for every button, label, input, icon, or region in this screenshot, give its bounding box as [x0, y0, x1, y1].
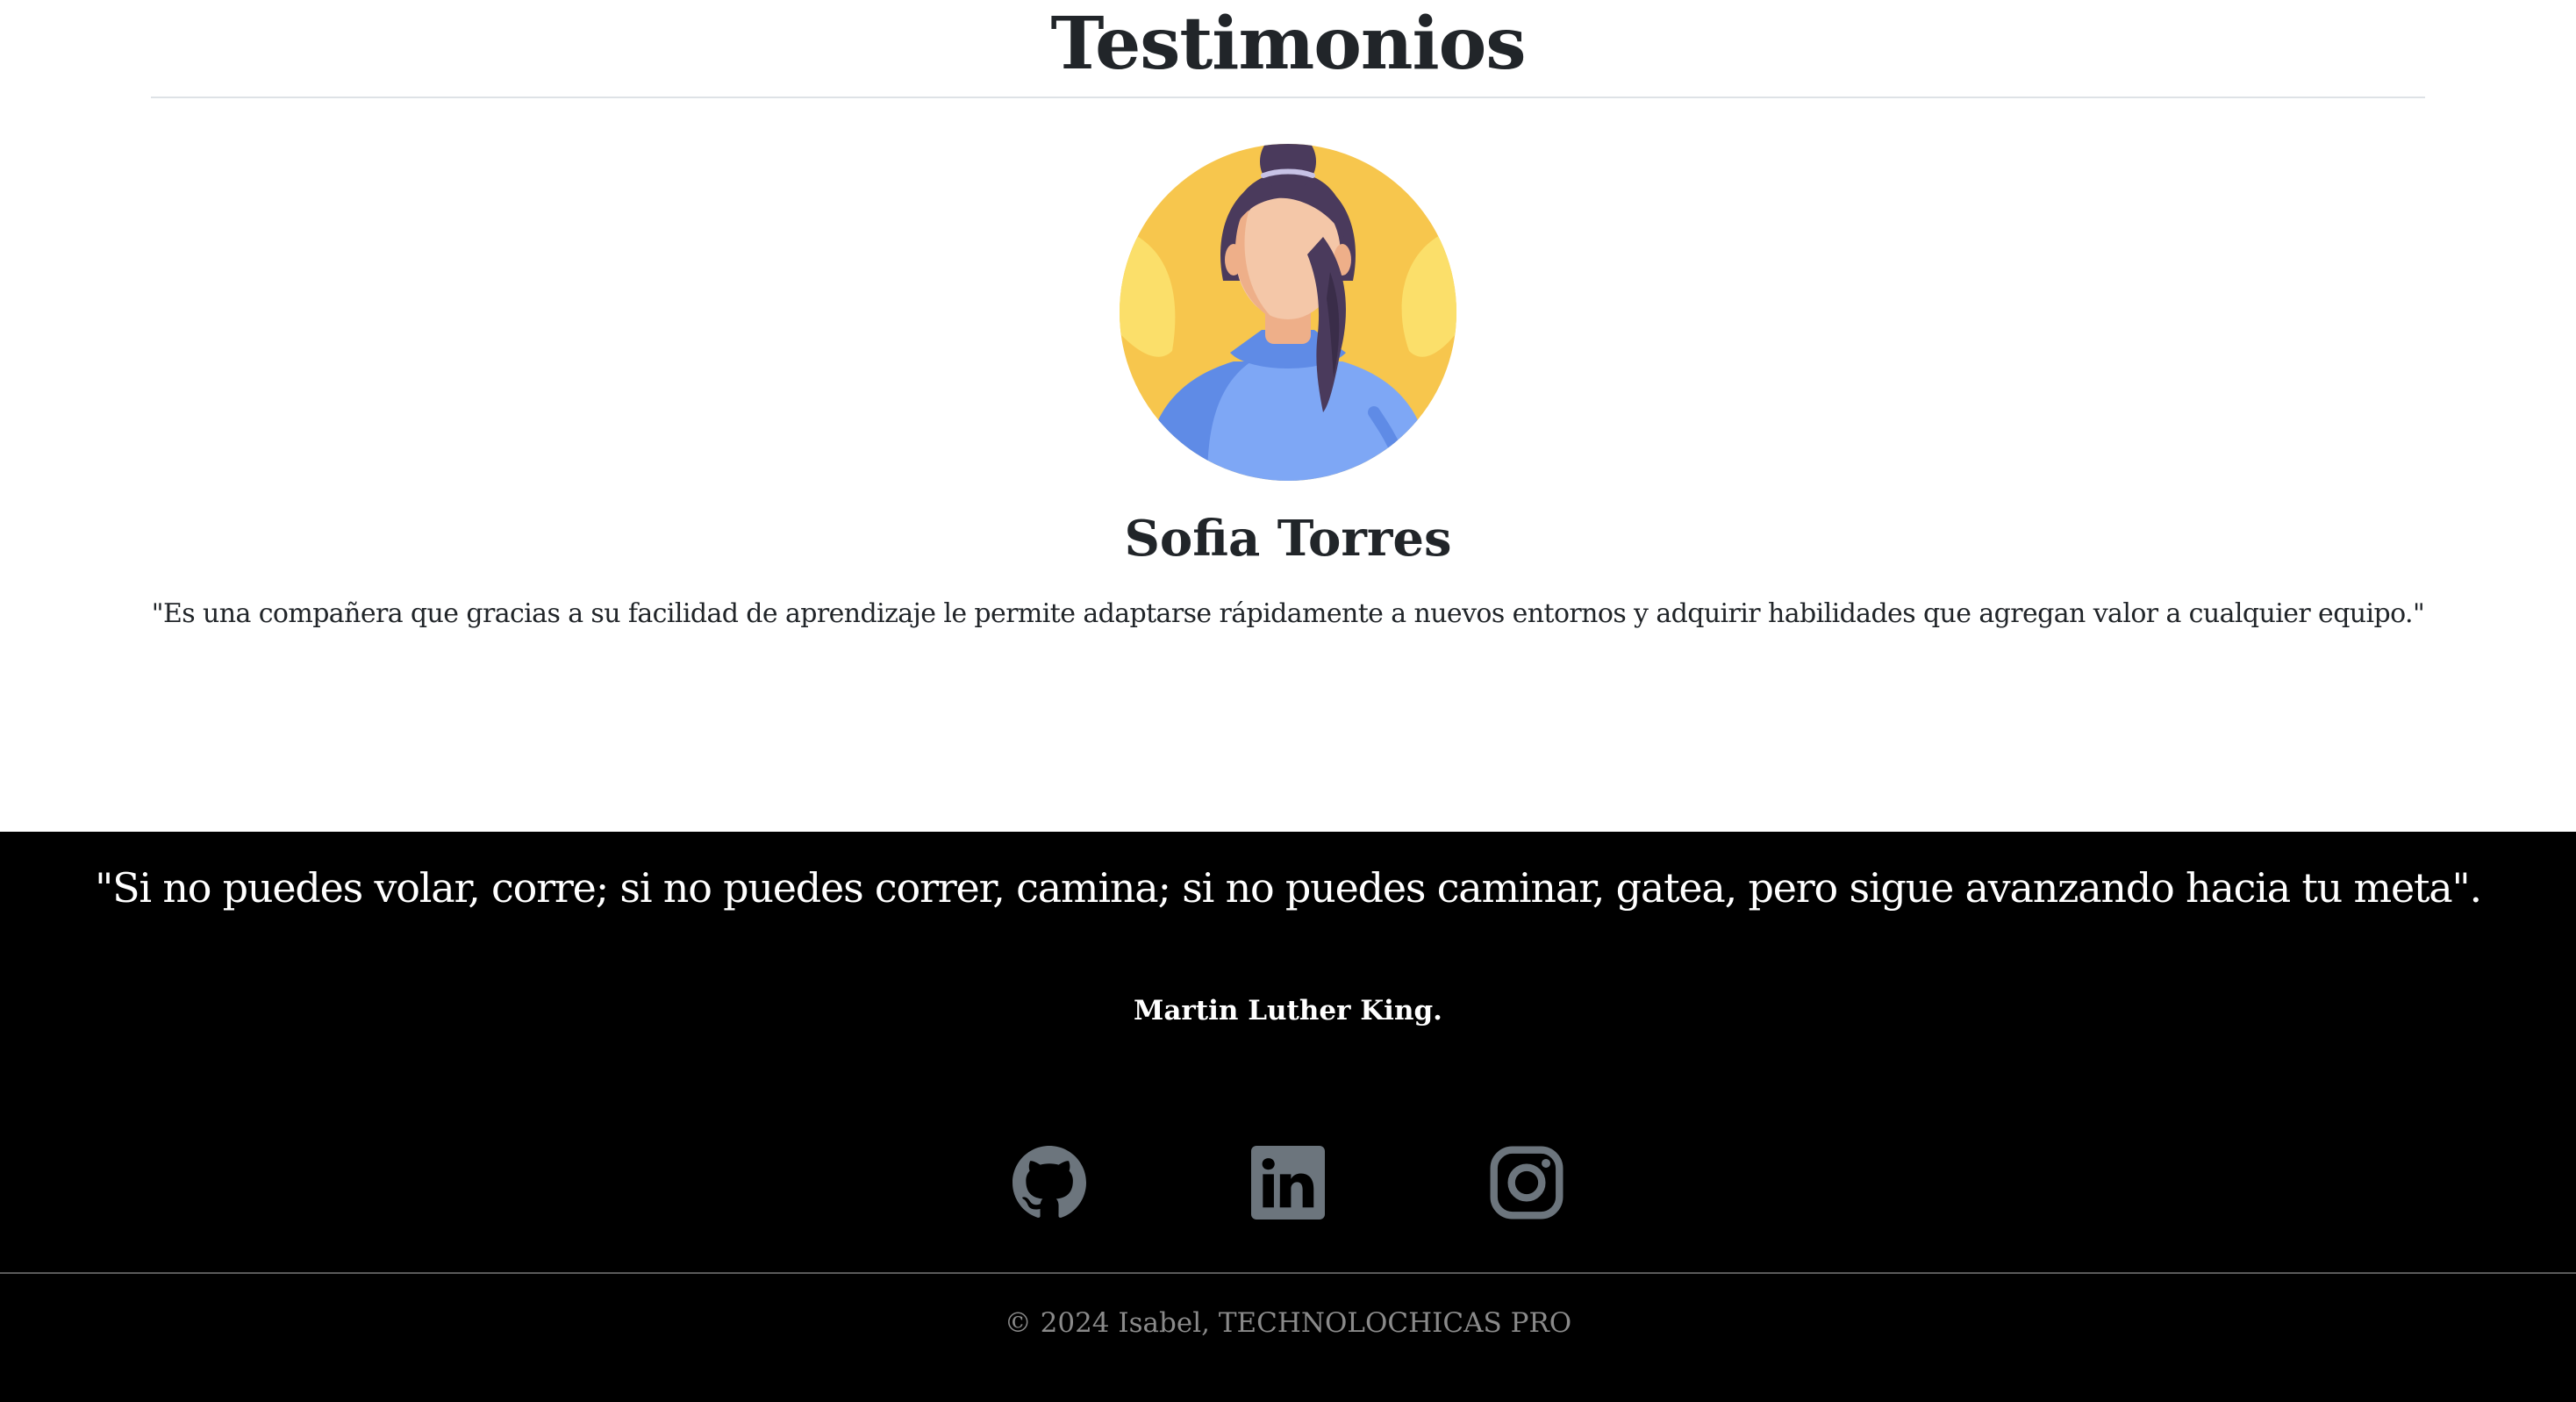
testimonial-name: Sofia Torres [1124, 510, 1452, 568]
linkedin-link[interactable] [1251, 1146, 1325, 1220]
github-icon [1013, 1146, 1086, 1218]
instagram-icon [1490, 1146, 1563, 1220]
footer-divider [0, 1272, 2576, 1274]
testimonial-text: "Es una compañera que gracias a su facil… [151, 598, 2425, 629]
woman-avatar-icon [1120, 123, 1456, 481]
instagram-link[interactable] [1490, 1146, 1563, 1220]
quote-author: Martin Luther King. [1134, 995, 1442, 1026]
footer: "Si no puedes volar, corre; si no puedes… [0, 832, 2576, 1402]
section-title: Testimonios [1050, 2, 1526, 86]
footer-quote: "Si no puedes volar, corre; si no puedes… [95, 864, 2482, 912]
title-divider [151, 97, 2425, 98]
copyright-text: © 2024 Isabel, TECHNOLOCHICAS PRO [1004, 1307, 1572, 1339]
linkedin-icon [1251, 1146, 1325, 1220]
github-link[interactable] [1013, 1146, 1086, 1220]
testimonials-section: Testimonios Sofia Torres "Es una compañe… [0, 0, 2576, 832]
page: Testimonios Sofia Torres "Es una compañe… [0, 0, 2576, 1402]
